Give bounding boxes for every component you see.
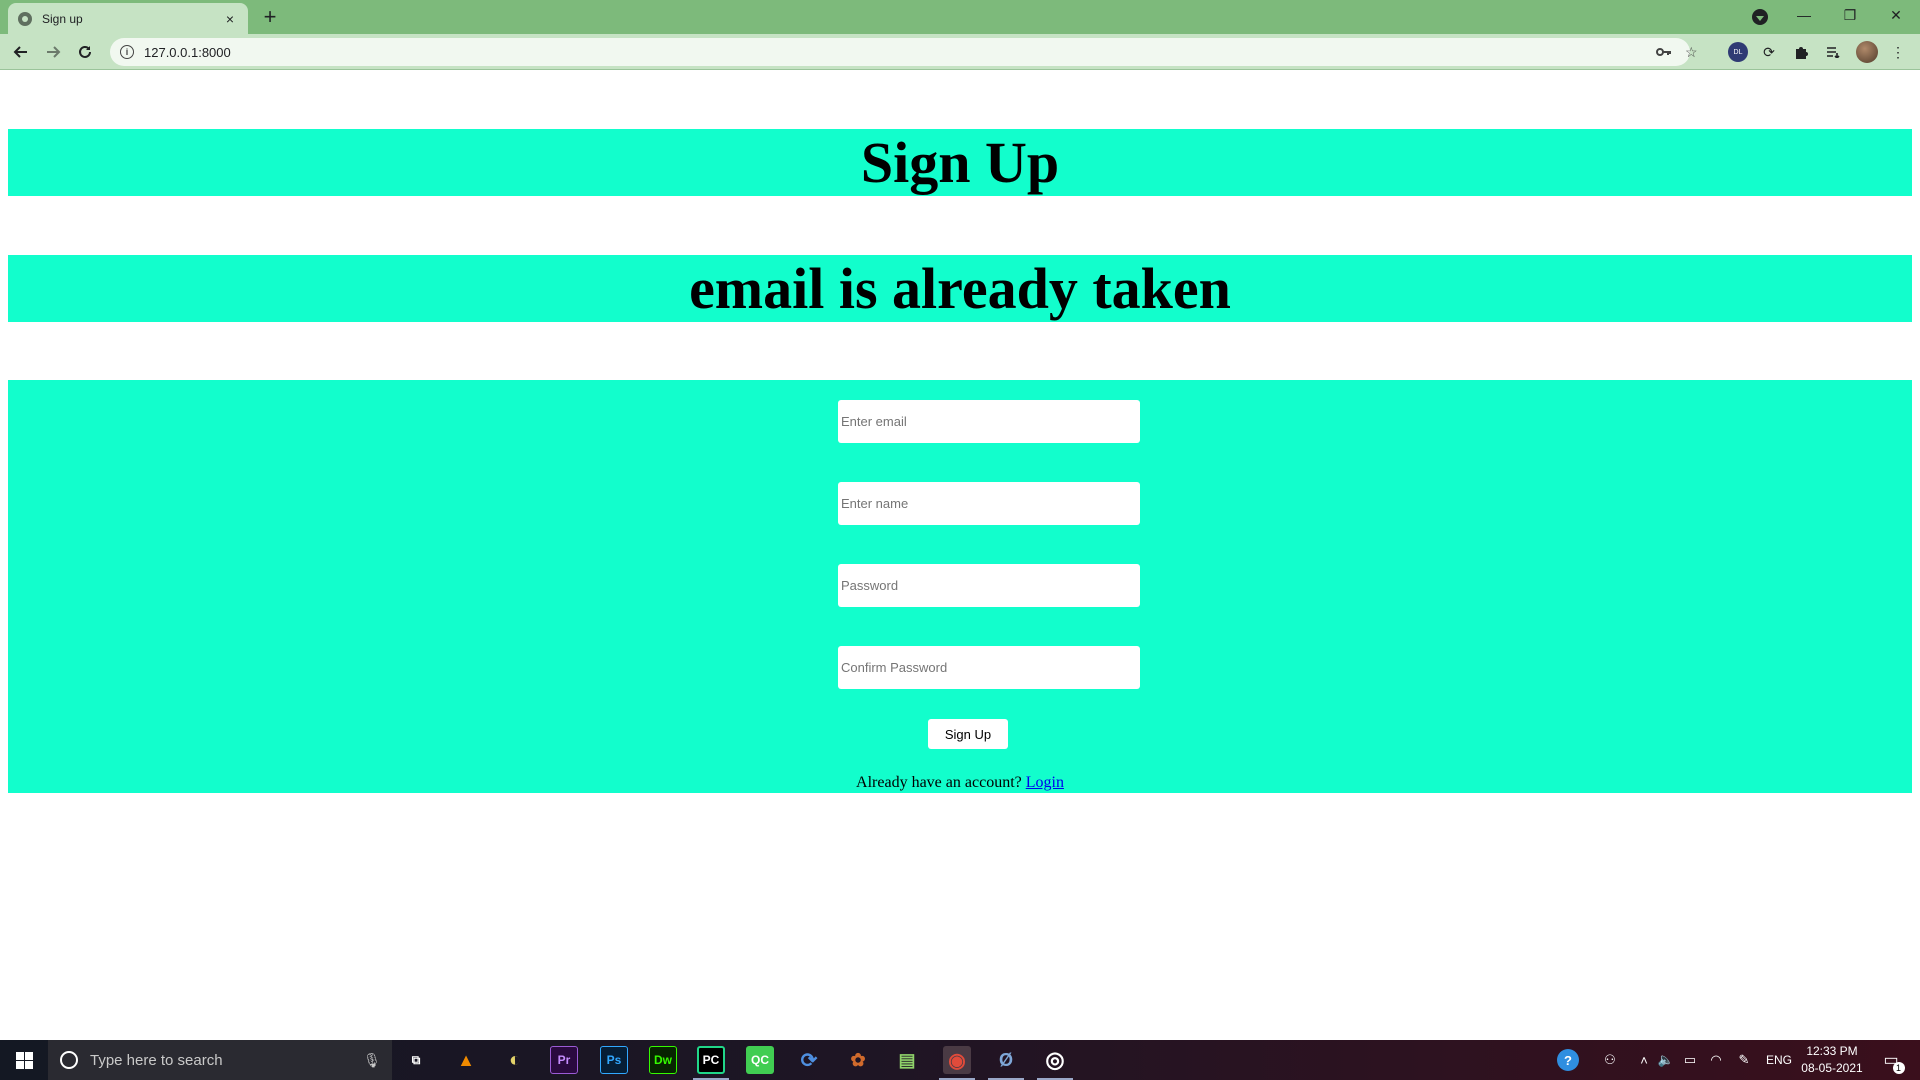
dreamweaver-icon[interactable]: Dw [649, 1046, 677, 1074]
url-text: 127.0.0.1:8000 [144, 44, 231, 60]
tray-overflow-icon[interactable]: ˄ [1636, 1040, 1652, 1080]
tab-title: Sign up [42, 11, 83, 26]
photoshop-icon[interactable]: Ps [600, 1046, 628, 1074]
notification-count: 1 [1892, 1062, 1905, 1074]
battery-icon[interactable]: ▭ [1680, 1040, 1700, 1080]
login-link[interactable]: Login [1026, 774, 1064, 791]
tab-close-icon[interactable]: × [222, 11, 238, 27]
login-prompt: Already have an account? Login [8, 774, 1912, 792]
search-placeholder: Type here to search [90, 1051, 223, 1069]
browser-tab-active[interactable]: Sign up × [8, 3, 248, 34]
cortana-icon [60, 1051, 78, 1069]
vlc-icon[interactable]: ▲ [452, 1046, 480, 1074]
reading-list-icon[interactable] [1823, 42, 1843, 62]
minimize-button[interactable]: — [1781, 0, 1827, 30]
premiere-icon[interactable]: Pr [550, 1046, 578, 1074]
email-field[interactable] [838, 400, 1140, 443]
error-message: email is already taken [689, 256, 1231, 321]
tab-search-icon[interactable] [1752, 9, 1768, 25]
browser-tab-strip: Sign up × + — ❐ ✕ [0, 0, 1920, 34]
restore-button[interactable]: ❐ [1827, 0, 1873, 30]
windows-logo-icon [15, 1051, 33, 1069]
signup-form: Sign Up Already have an account? Login [8, 380, 1912, 793]
error-banner: email is already taken [8, 255, 1912, 322]
postgres-icon[interactable]: Ø [992, 1046, 1020, 1074]
clock-date: 08-05-2021 [1801, 1061, 1863, 1075]
login-prompt-text: Already have an account? [856, 774, 1026, 791]
close-window-button[interactable]: ✕ [1873, 0, 1919, 30]
app-circle-icon[interactable]: ◐ [501, 1046, 529, 1074]
page-favicon-icon [18, 11, 32, 26]
confirm-password-field[interactable] [838, 646, 1140, 689]
title-banner: Sign Up [8, 129, 1912, 196]
more-menu-icon[interactable]: ⋮ [1888, 42, 1908, 62]
forward-icon[interactable] [42, 41, 64, 63]
extension-dualless-icon[interactable]: DL [1728, 42, 1748, 62]
chrome-icon[interactable]: ◉ [943, 1046, 971, 1074]
system-clock[interactable]: 12:33 PM 08-05-2021 [1796, 1043, 1868, 1077]
qt-creator-icon[interactable]: QC [746, 1046, 774, 1074]
task-view-icon[interactable]: ⧉ [402, 1046, 430, 1074]
site-info-icon[interactable]: i [120, 45, 134, 59]
back-icon[interactable] [10, 41, 32, 63]
start-button[interactable] [0, 1040, 48, 1080]
sync-icon[interactable]: ⟳ [1759, 42, 1779, 62]
taskbar-search[interactable]: Type here to search 🎙 [48, 1040, 392, 1080]
name-field[interactable] [838, 482, 1140, 525]
windows-taskbar: Type here to search 🎙 ⧉ ▲ ◐ Pr Ps Dw PC … [0, 1040, 1920, 1080]
new-tab-button[interactable]: + [260, 5, 280, 29]
sign-up-button[interactable]: Sign Up [928, 719, 1008, 749]
microphone-icon[interactable]: 🎙 [360, 1052, 384, 1069]
puzzle-icon[interactable] [1791, 42, 1811, 62]
profile-avatar[interactable] [1856, 41, 1878, 63]
app-target-icon[interactable]: ◎ [1041, 1046, 1069, 1074]
wifi-icon[interactable]: ◠ [1706, 1040, 1726, 1080]
volume-icon[interactable]: 🔈 [1656, 1040, 1676, 1080]
notepad-pp-icon[interactable]: ▤ [893, 1046, 921, 1074]
pycharm-icon[interactable]: PC [697, 1046, 725, 1074]
people-icon[interactable]: ⚇ [1600, 1040, 1620, 1080]
app-squirrel-icon[interactable]: ✿ [844, 1046, 872, 1074]
key-icon[interactable] [1656, 38, 1672, 66]
notifications-icon[interactable]: ▭ 1 [1876, 1040, 1906, 1080]
clock-time: 12:33 PM [1806, 1044, 1858, 1058]
page-title: Sign Up [860, 130, 1060, 195]
bookmark-star-icon[interactable]: ☆ [1685, 38, 1698, 66]
password-field[interactable] [838, 564, 1140, 607]
reload-icon[interactable] [74, 41, 96, 63]
browser-toolbar: i 127.0.0.1:8000 ☆ DL ⟳ ⋮ [0, 34, 1920, 70]
app-sync-icon[interactable]: ⟳ [795, 1046, 823, 1074]
language-indicator[interactable]: ENG [1764, 1040, 1794, 1080]
pen-icon[interactable]: ✎ [1734, 1040, 1754, 1080]
address-bar[interactable]: i 127.0.0.1:8000 ☆ [110, 38, 1698, 66]
help-icon[interactable]: ? [1555, 1040, 1581, 1080]
